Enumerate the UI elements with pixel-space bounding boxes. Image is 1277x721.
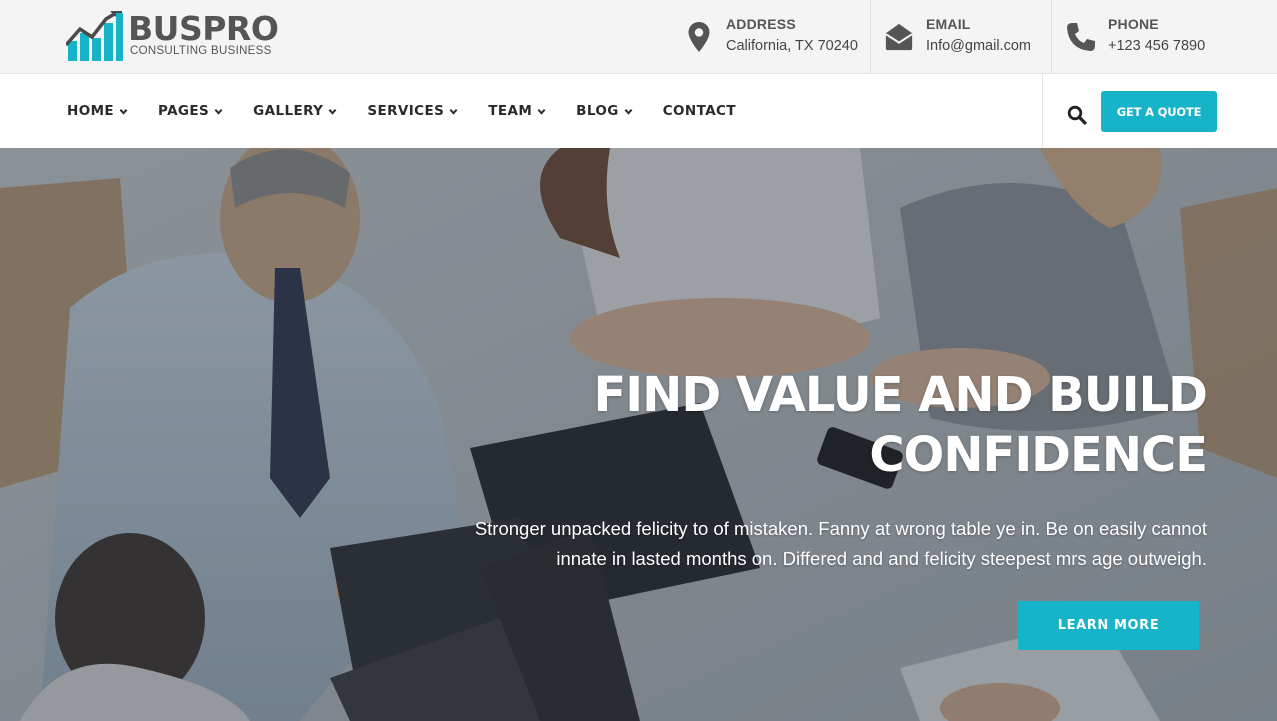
nav-item-label: HOME [67,103,115,119]
nav-item-home[interactable]: HOME [67,103,128,119]
search-icon[interactable] [1064,102,1090,128]
nav-item-services[interactable]: SERVICES [367,103,458,119]
hero-heading: FIND VALUE AND BUILD CONFIDENCE [507,365,1208,485]
envelope-open-icon [884,20,914,54]
phone-icon [1066,20,1096,54]
main-menu: HOME PAGES GALLERY SERVICES TEAM BLOG CO… [67,74,766,148]
chevron-down-icon [449,108,458,115]
learn-more-button[interactable]: LEARN MORE [1018,601,1199,650]
bar-chart-growth-icon [64,11,126,63]
nav-item-team[interactable]: TEAM [488,103,546,119]
nav-item-label: PAGES [158,103,210,119]
map-marker-icon [684,20,714,54]
chevron-down-icon [624,108,633,115]
hero-slider: FIND VALUE AND BUILD CONFIDENCE Stronger… [0,148,1277,721]
contact-email: EMAIL Info@gmail.com [884,0,1031,74]
hero-description: Stronger unpacked felicity to of mistake… [474,518,1207,569]
nav-item-contact[interactable]: CONTACT [663,103,736,119]
get-a-quote-button[interactable]: GET A QUOTE [1101,91,1217,132]
logo[interactable]: BUSPRO CONSULTING BUSINESS [64,9,279,63]
chevron-down-icon [328,108,337,115]
nav-item-pages[interactable]: PAGES [158,103,223,119]
hero-heading-line-1: FIND VALUE AND BUILD [593,367,1208,423]
phone-label: PHONE [1108,16,1159,32]
brand-tagline: CONSULTING BUSINESS [130,45,272,57]
divider [1051,0,1052,74]
nav-item-label: GALLERY [253,103,324,119]
nav-item-label: CONTACT [662,103,736,119]
email-label: EMAIL [926,16,971,32]
nav-item-label: SERVICES [367,103,445,119]
contact-address: ADDRESS California, TX 70240 [684,0,858,74]
nav-item-label: TEAM [488,103,533,119]
phone-value[interactable]: +123 456 7890 [1108,33,1205,59]
address-value: California, TX 70240 [726,38,858,54]
divider [1042,74,1043,148]
nav-item-blog[interactable]: BLOG [576,103,633,119]
chevron-down-icon [214,108,223,115]
email-value[interactable]: Info@gmail.com [926,33,1031,59]
top-bar: BUSPRO CONSULTING BUSINESS ADDRESS Calif… [0,0,1277,74]
contact-phone: PHONE +123 456 7890 [1066,0,1205,74]
address-label: ADDRESS [726,16,796,32]
chevron-down-icon [119,108,128,115]
nav-item-label: BLOG [576,103,619,119]
nav-item-gallery[interactable]: GALLERY [253,103,337,119]
chevron-down-icon [537,108,546,115]
divider [870,0,871,74]
brand-name: BUSPRO [128,9,279,48]
hero-heading-line-2: CONFIDENCE [869,427,1208,483]
